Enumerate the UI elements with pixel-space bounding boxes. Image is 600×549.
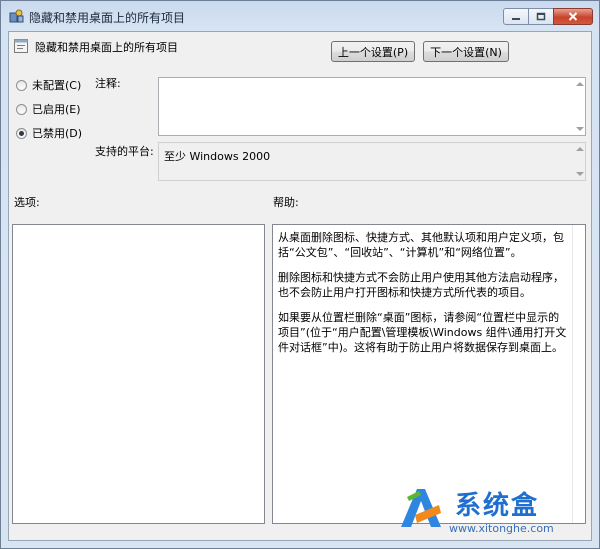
previous-setting-button[interactable]: 上一个设置(P) xyxy=(331,41,415,62)
radio-label: 已启用(E) xyxy=(32,103,81,116)
help-text: 从桌面删除图标、快捷方式、其他默认项和用户定义项，包括“公文包”、“回收站”、“… xyxy=(278,230,568,365)
radio-disabled[interactable]: 已禁用(D) xyxy=(16,125,82,141)
maximize-icon xyxy=(536,12,546,21)
site-watermark: 系统盒 www.xitonghe.com xyxy=(393,479,593,543)
help-paragraph: 删除图标和快捷方式不会防止用户使用其他方法启动程序，也不会防止用户打开图标和快捷… xyxy=(278,271,564,299)
help-paragraph: 如果要从位置栏删除“桌面”图标，请参阅“位置栏中显示的项目”(位于“用户配置\管… xyxy=(278,311,567,354)
caption-buttons xyxy=(503,8,593,26)
supported-scrollbar[interactable] xyxy=(574,143,585,180)
policy-name: 隐藏和禁用桌面上的所有项目 xyxy=(35,41,178,54)
scroll-up-arrow-icon[interactable] xyxy=(576,82,584,86)
radio-button[interactable] xyxy=(16,103,27,115)
options-label: 选项: xyxy=(14,196,40,209)
supported-platform-label: 支持的平台: xyxy=(95,145,154,158)
radio-enabled[interactable]: 已启用(E) xyxy=(16,101,81,117)
next-setting-button[interactable]: 下一个设置(N) xyxy=(423,41,509,62)
radio-button-selected[interactable] xyxy=(16,127,27,139)
window-title: 隐藏和禁用桌面上的所有项目 xyxy=(29,11,186,25)
maximize-button[interactable] xyxy=(528,8,554,25)
radio-label: 未配置(C) xyxy=(32,79,82,92)
close-icon xyxy=(568,12,578,21)
supported-platform-value: 至少 Windows 2000 xyxy=(164,150,271,163)
minimize-button[interactable] xyxy=(503,8,529,25)
dialog-body: 隐藏和禁用桌面上的所有项目 上一个设置(P) 下一个设置(N) 未配置(C) 已… xyxy=(8,31,592,541)
watermark-url: www.xitonghe.com xyxy=(449,522,554,535)
minimize-icon xyxy=(512,17,520,20)
radio-button[interactable] xyxy=(16,79,27,91)
comment-textarea[interactable] xyxy=(158,77,586,136)
help-label: 帮助: xyxy=(273,196,299,209)
supported-platform-field: 至少 Windows 2000 xyxy=(158,142,586,181)
scroll-up-arrow-icon[interactable] xyxy=(576,147,584,151)
policy-app-icon xyxy=(9,9,24,23)
comment-label: 注释: xyxy=(95,77,121,90)
title-bar[interactable]: 隐藏和禁用桌面上的所有项目 xyxy=(1,1,599,31)
comment-scrollbar[interactable] xyxy=(574,78,585,135)
close-button[interactable] xyxy=(553,8,593,25)
policy-window: 隐藏和禁用桌面上的所有项目 隐藏和禁用桌面上的所有项目 上一个设置(P) 下一个… xyxy=(0,0,600,549)
watermark-title: 系统盒 xyxy=(455,491,540,521)
scroll-down-arrow-icon[interactable] xyxy=(576,127,584,131)
radio-not-configured[interactable]: 未配置(C) xyxy=(16,77,81,93)
options-panel xyxy=(12,224,265,524)
scroll-down-arrow-icon[interactable] xyxy=(576,172,584,176)
policy-setting-icon xyxy=(14,39,28,53)
radio-label: 已禁用(D) xyxy=(32,127,83,140)
watermark-logo-icon xyxy=(401,489,441,527)
help-paragraph: 从桌面删除图标、快捷方式、其他默认项和用户定义项，包括“公文包”、“回收站”、“… xyxy=(278,231,564,259)
